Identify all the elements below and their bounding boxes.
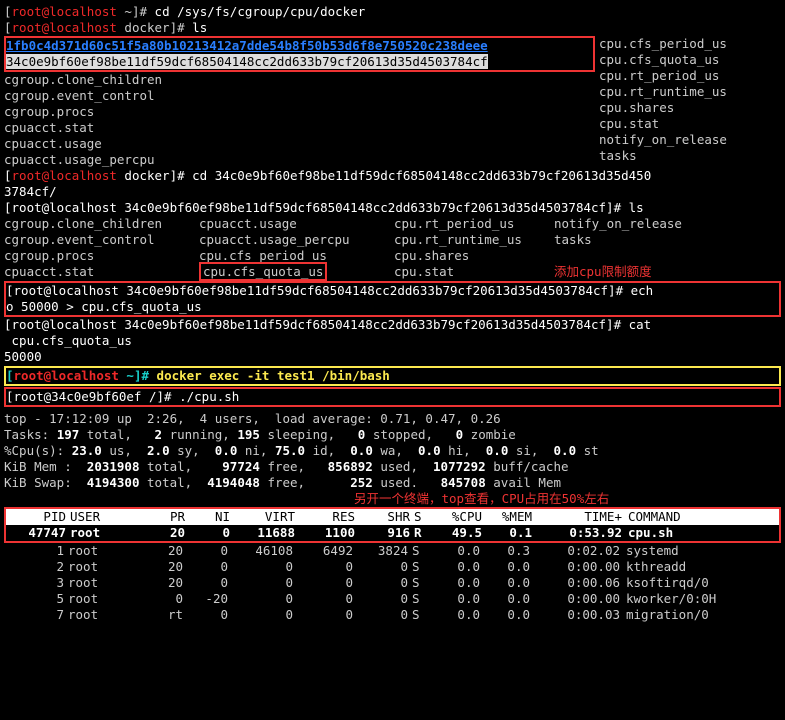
cmd-cat: [root@localhost 34c0e9bf60ef98be11df59dc… xyxy=(4,317,781,333)
file: cpu.cfs_period_us xyxy=(599,36,727,52)
cmd-cat-wrap: cpu.cfs_quota_us xyxy=(4,333,781,349)
top-table-highlight: PIDUSERPRNIVIRTRESSHRS%CPU%MEMTIME+COMMA… xyxy=(4,507,781,543)
file: cpu.rt_runtime_us xyxy=(599,84,727,100)
cmd-ls-hash: [root@localhost 34c0e9bf60ef98be11df59dc… xyxy=(4,200,781,216)
file: cgroup.procs xyxy=(4,104,599,120)
container-hash-1: 1fb0c4d371d60c51f5a80b10213412a7dde54b8f… xyxy=(6,38,593,54)
file: tasks xyxy=(599,148,727,164)
cmd-cd-hash: [root@localhost docker]# cd 34c0e9bf60ef… xyxy=(4,168,781,184)
docker-exec-block: [root@localhost ~]# docker exec -it test… xyxy=(4,366,781,386)
file: cpu.cfs_quota_us xyxy=(599,52,727,68)
top-row: 2root200000S0.00.00:00.00kthreadd xyxy=(4,559,781,575)
ls-output: 1fb0c4d371d60c51f5a80b10213412a7dde54b8f… xyxy=(4,36,781,168)
file: cpu.shares xyxy=(599,100,727,116)
file: cpu.rt_period_us xyxy=(599,68,727,84)
file: notify_on_release xyxy=(599,132,727,148)
annotation-top: 另开一个终端，top查看，CPU占用在50%左右 xyxy=(4,491,781,507)
top-swap-line: KiB Swap: 4194300 total, 4194048 free, 2… xyxy=(4,475,781,491)
top-row: 7rootrt0000S0.00.00:00.03migration/0 xyxy=(4,607,781,623)
terminal[interactable]: [root@localhost ~]# cd /sys/fs/cgroup/cp… xyxy=(4,4,781,623)
top-row-highlight: 47747root200116881100916R49.50.10:53.92c… xyxy=(6,525,779,541)
file: cpuacct.stat xyxy=(4,120,599,136)
file: cpuacct.usage_percpu xyxy=(4,152,599,168)
cmd-cd: [root@localhost ~]# cd /sys/fs/cgroup/cp… xyxy=(4,4,781,20)
ls-hash-output: cgroup.clone_childrencpuacct.usagecpu.rt… xyxy=(4,216,781,280)
container-hash-2: 34c0e9bf60ef98be11df59dcf68504148cc2dd63… xyxy=(6,54,593,70)
top-mem-line: KiB Mem : 2031908 total, 97724 free, 856… xyxy=(4,459,781,475)
file: cgroup.clone_children xyxy=(4,72,599,88)
cmd-cd-hash-wrap: 3784cf/ xyxy=(4,184,781,200)
top-tasks-line: Tasks: 197 total, 2 running, 195 sleepin… xyxy=(4,427,781,443)
top-row: 1root2004610864923824S0.00.30:02.02syste… xyxy=(4,543,781,559)
cmd-ls: [root@localhost docker]# ls xyxy=(4,20,781,36)
highlighted-file: cpu.cfs_quota_us xyxy=(199,262,327,281)
top-output: top - 17:12:09 up 2:26, 4 users, load av… xyxy=(4,411,781,623)
file: cgroup.event_control xyxy=(4,88,599,104)
cat-output: 50000 xyxy=(4,349,781,365)
cpu-sh-block: [root@34c0e9bf60ef /]# ./cpu.sh xyxy=(4,387,781,407)
top-row: 5root0-20000S0.00.00:00.00kworker/0:0H xyxy=(4,591,781,607)
file: cpu.stat xyxy=(599,116,727,132)
top-header-row: PIDUSERPRNIVIRTRESSHRS%CPU%MEMTIME+COMMA… xyxy=(6,509,779,525)
top-cpu-line: %Cpu(s): 23.0 us, 2.0 sy, 0.0 ni, 75.0 i… xyxy=(4,443,781,459)
top-summary-line: top - 17:12:09 up 2:26, 4 users, load av… xyxy=(4,411,781,427)
file: cpuacct.usage xyxy=(4,136,599,152)
top-row: 3root200000S0.00.00:00.06ksoftirqd/0 xyxy=(4,575,781,591)
annotation-cpu-limit: 添加cpu限制额度 xyxy=(554,264,652,280)
echo-block: [root@localhost 34c0e9bf60ef98be11df59dc… xyxy=(4,281,781,317)
